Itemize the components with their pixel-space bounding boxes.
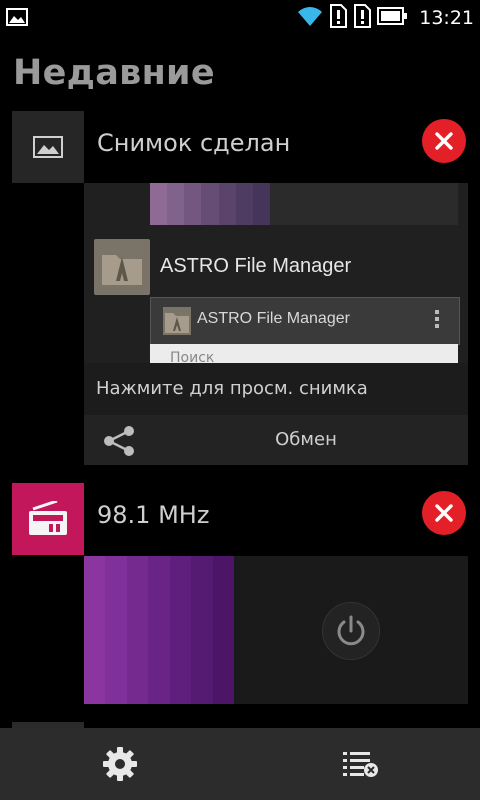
astro-app-row: ASTRO File Manager [84,239,468,297]
hint-text: Нажмите для просм. снимка [96,378,368,399]
image-notification-icon [6,8,28,30]
astro-dialog-header: ASTRO File Manager [150,297,460,345]
preview-search-placeholder: Поиск [170,350,215,363]
clear-list-icon [343,752,378,777]
sim1-alert-icon [329,4,348,32]
close-card-button[interactable] [422,119,466,163]
recent-card-radio[interactable]: 98.1 MHz [12,483,468,555]
astro-folder-icon [94,239,150,295]
share-button[interactable]: Обмен [84,415,468,465]
page-title: Недавние [13,53,215,93]
overflow-menu-icon [435,310,439,331]
gallery-icon [12,111,84,183]
recent-card-screenshot[interactable]: Снимок сделан [12,111,468,183]
screenshot-preview[interactable]: ASTRO File Manager ASTRO File Manager По… [84,183,468,363]
astro-app-title: ASTRO File Manager [160,255,352,277]
card-title: 98.1 MHz [97,501,210,529]
status-clock: 13:21 [419,7,474,29]
close-card-button[interactable] [422,491,466,535]
wifi-icon [297,5,323,31]
battery-icon [377,7,408,29]
preview-search-field: Поиск [150,344,458,363]
card-title: Снимок сделан [97,129,291,157]
power-button[interactable] [322,602,380,660]
power-icon [337,615,365,646]
close-icon [435,504,453,522]
bottom-bar [0,728,480,800]
radio-preview[interactable] [84,556,468,704]
share-label: Обмен [275,429,337,450]
preview-color-strip [150,183,270,225]
settings-button[interactable] [98,742,142,786]
status-bar: 13:21 [0,0,480,36]
astro-dialog-title: ASTRO File Manager [197,310,350,327]
astro-small-icon [163,307,191,335]
close-icon [435,132,453,150]
view-screenshot-hint[interactable]: Нажмите для просм. снимка [84,363,468,415]
clear-all-button[interactable] [338,742,382,786]
radio-color-strip [84,556,234,704]
settings-gear-icon [103,747,137,781]
sim2-alert-icon [353,4,372,32]
radio-icon [12,483,84,555]
